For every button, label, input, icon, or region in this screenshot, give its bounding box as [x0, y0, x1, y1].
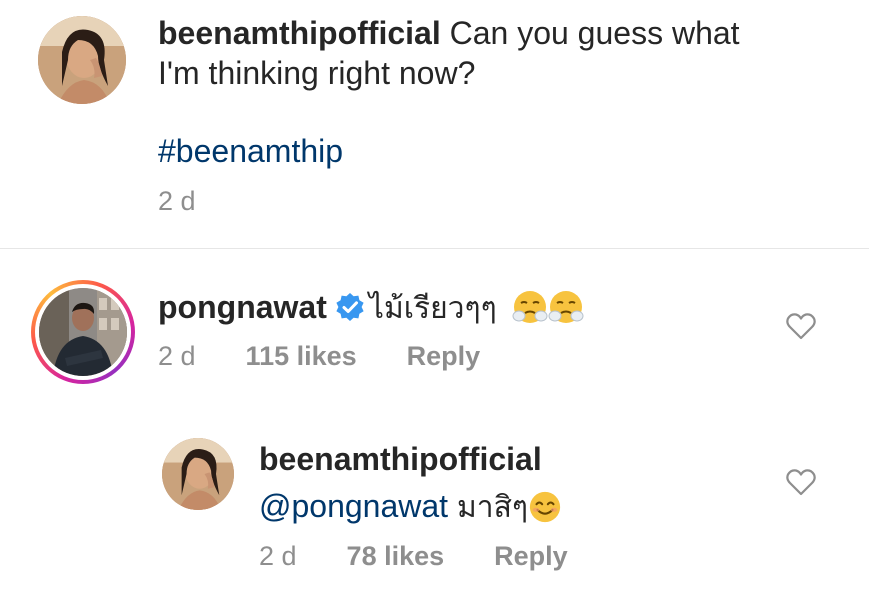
divider: [0, 248, 869, 249]
reply-time: 2 d: [259, 541, 297, 571]
post-caption: beenamthipofficial Can you guess what I'…: [0, 0, 869, 248]
reply-reply-button[interactable]: Reply: [494, 541, 568, 572]
comment-author-avatar: [39, 288, 127, 376]
post-author-avatar[interactable]: [38, 16, 126, 104]
caption-text: beenamthipofficial Can you guess what I'…: [158, 13, 838, 93]
reply-item: beenamthipofficial @pongnawat มาสิๆ 2 d 7…: [0, 420, 869, 609]
profile-photo-icon: [162, 438, 234, 510]
comment-reply-button[interactable]: Reply: [407, 341, 481, 372]
reply-likes[interactable]: 78 likes: [347, 541, 445, 572]
reply-author-avatar[interactable]: [162, 438, 234, 510]
caption-username[interactable]: beenamthipofficial: [158, 15, 441, 51]
caption-hashtag[interactable]: #beenamthip: [158, 131, 343, 171]
reply-meta: 2 d 78 likes Reply: [259, 541, 568, 572]
comment-meta: 2 d 115 likes Reply: [158, 341, 480, 372]
caption-meta: 2 d: [158, 186, 196, 217]
steam-from-nose-emoji-icon: [548, 291, 584, 323]
reply-mention[interactable]: @pongnawat: [259, 488, 448, 524]
reply-username[interactable]: beenamthipofficial: [259, 439, 542, 479]
comment-text: pongnawat ไม้เรียวๆๆ: [158, 287, 584, 329]
comment-username[interactable]: pongnawat: [158, 289, 327, 325]
reply-body: มาสิๆ: [456, 490, 528, 525]
reply-like-heart-icon[interactable]: [786, 468, 816, 496]
comment-body: ไม้เรียวๆๆ: [368, 291, 497, 326]
caption-line-1: Can you guess what: [449, 15, 740, 51]
comment-like-heart-icon[interactable]: [786, 312, 816, 340]
caption-time: 2 d: [158, 186, 196, 216]
verified-badge-icon: [336, 293, 364, 321]
caption-line-2: I'm thinking right now?: [158, 55, 476, 91]
steam-from-nose-emoji-icon: [512, 291, 548, 323]
profile-photo-icon: [38, 16, 126, 104]
comment-time: 2 d: [158, 341, 196, 371]
smiling-face-emoji-icon: [529, 491, 561, 523]
reply-text: @pongnawat มาสิๆ: [259, 486, 562, 528]
profile-photo-icon: [39, 288, 127, 376]
comment-item: pongnawat ไม้เรียวๆๆ 2 d 115 likes Reply: [0, 250, 869, 420]
comment-likes[interactable]: 115 likes: [246, 341, 357, 372]
story-ring[interactable]: [31, 280, 135, 384]
